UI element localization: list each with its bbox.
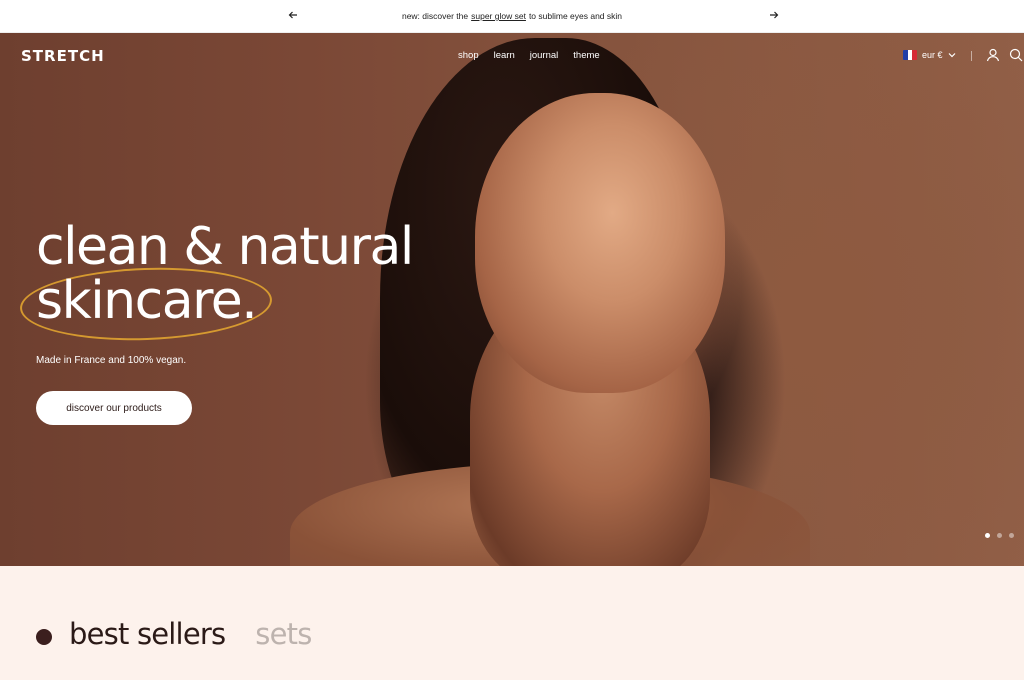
menu-item-shop[interactable]: shop	[458, 50, 479, 61]
hero-image-face	[475, 93, 725, 393]
menu-item-theme[interactable]: theme	[573, 50, 599, 61]
currency-selector[interactable]: eur €	[903, 50, 956, 60]
previous-announcement-button[interactable]	[285, 8, 301, 24]
main-menu: shop learn journal theme	[458, 50, 600, 61]
currency-label: eur €	[922, 50, 943, 60]
discover-products-button[interactable]: discover our products	[36, 391, 192, 425]
main-header: STRETCH shop learn journal theme eur €	[0, 33, 1024, 79]
slide-dot-1[interactable]	[985, 533, 990, 538]
user-icon	[985, 48, 1001, 67]
menu-item-learn[interactable]: learn	[494, 50, 515, 61]
tab-best-sellers[interactable]: best sellers	[69, 617, 226, 651]
next-announcement-button[interactable]	[766, 8, 782, 24]
slideshow-pagination	[985, 533, 1014, 538]
tab-sets[interactable]: sets	[255, 617, 312, 651]
account-button[interactable]	[985, 47, 1001, 63]
hero-tagline: Made in France and 100% vegan.	[36, 355, 187, 366]
announcement-link[interactable]: super glow set	[471, 11, 526, 21]
menu-item-journal[interactable]: journal	[530, 50, 559, 61]
announcement-bar: new: discover the super glow set to subl…	[0, 0, 1024, 33]
search-button[interactable]	[1008, 47, 1024, 63]
france-flag-icon	[903, 50, 917, 60]
search-icon	[1008, 48, 1024, 67]
headline-line-1: clean & natural	[36, 217, 414, 277]
hero-headline: clean & natural skincare.	[36, 217, 414, 331]
logo[interactable]: STRETCH	[21, 47, 105, 65]
active-tab-bullet-icon	[36, 629, 52, 645]
arrow-left-icon	[288, 10, 298, 23]
announcement-text-suffix: to sublime eyes and skin	[528, 11, 623, 21]
header-divider	[971, 51, 972, 61]
slide-dot-3[interactable]	[1009, 533, 1014, 538]
announcement-text: new: discover the	[401, 11, 469, 21]
headline-line-2: skincare.	[36, 271, 258, 331]
slide-dot-2[interactable]	[997, 533, 1002, 538]
arrow-right-icon	[769, 10, 779, 23]
collection-tabs: best sellers sets	[69, 617, 312, 651]
chevron-down-icon	[948, 51, 956, 60]
